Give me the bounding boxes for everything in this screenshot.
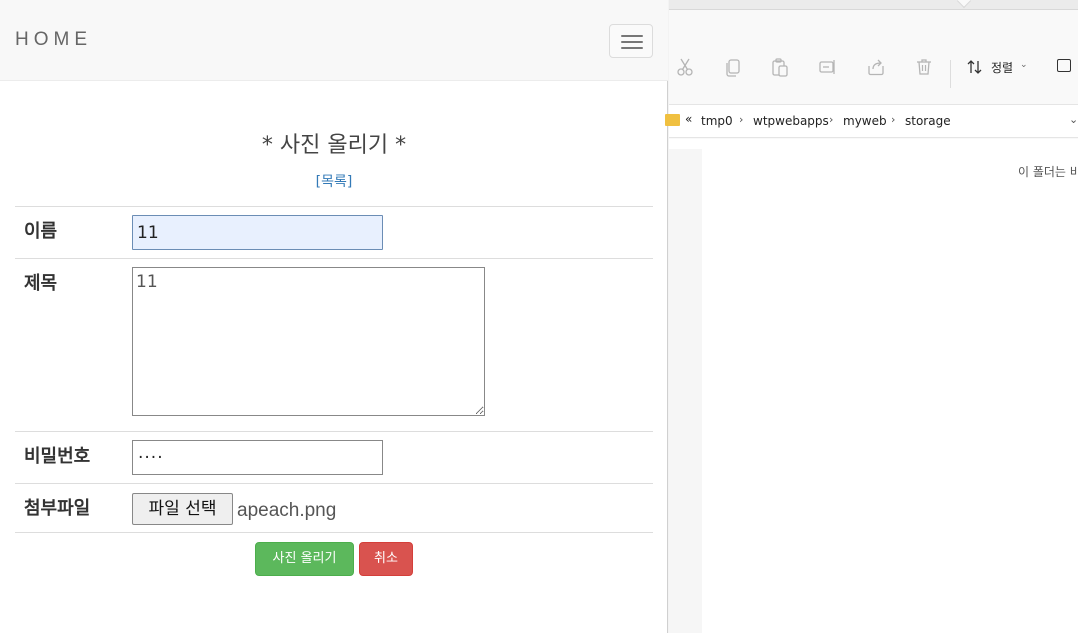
breadcrumb-item-wtpwebapps[interactable]: wtpwebapps [753, 114, 829, 128]
address-bar[interactable]: « tmp0 › wtpwebapps › myweb › storage ⌄ [665, 104, 1078, 138]
navbar: HOME [0, 0, 668, 81]
tab-notch [956, 0, 972, 9]
menu-toggle-button[interactable] [609, 24, 653, 58]
page-title: * 사진 올리기 * [261, 133, 407, 158]
browser-window: HOME * 사진 올리기 * [목록] 이름 제목 11 비밀번호 첨부파일 … [0, 0, 668, 633]
sort-icon [967, 60, 982, 74]
share-icon[interactable] [865, 57, 887, 77]
cancel-button[interactable]: 취소 [359, 542, 413, 576]
upload-photo-button[interactable]: 사진 올리기 [255, 542, 354, 576]
sort-label: 정렬 [991, 61, 1014, 75]
breadcrumb-item-tmp0[interactable]: tmp0 [701, 114, 733, 128]
list-link[interactable]: [목록] [0, 171, 668, 191]
form-row-title: 제목 11 [15, 258, 653, 431]
name-label: 이름 [24, 221, 58, 242]
title-textarea[interactable]: 11 [132, 267, 485, 416]
file-select-button[interactable]: 파일 선택 [132, 493, 233, 525]
toolbar-separator [950, 60, 951, 88]
chevron-down-icon: ⌄ [1020, 60, 1028, 70]
password-label: 비밀번호 [24, 446, 91, 467]
form-row-password: 비밀번호 [15, 431, 653, 483]
delete-icon[interactable] [913, 57, 935, 77]
explorer-tab-strip [669, 0, 1078, 10]
title-label: 제목 [24, 273, 58, 294]
file-label: 첨부파일 [24, 498, 91, 519]
rename-icon[interactable] [817, 57, 839, 77]
name-input[interactable] [132, 215, 383, 250]
chevron-down-icon[interactable]: ⌄ [1069, 113, 1078, 126]
selected-file-name: apeach.png [237, 500, 337, 521]
file-explorer-window: 정렬 ⌄ « tmp0 › wtpwebapps › myweb › stora… [665, 0, 1078, 633]
brand-home-link[interactable]: HOME [15, 29, 92, 51]
hamburger-icon [621, 35, 643, 37]
chevron-right-icon: › [829, 113, 834, 126]
explorer-toolbar: 정렬 ⌄ [669, 10, 1078, 104]
form-row-file: 첨부파일 파일 선택 apeach.png [15, 483, 653, 533]
breadcrumb-item-myweb[interactable]: myweb [843, 114, 887, 128]
chevron-right-icon: › [739, 113, 744, 126]
password-input[interactable] [132, 440, 383, 475]
copy-icon[interactable] [722, 57, 744, 77]
paste-icon[interactable] [769, 57, 791, 77]
folder-content-area[interactable]: 이 폴더는 비 [669, 139, 1078, 633]
chevron-right-icon: › [891, 113, 896, 126]
breadcrumb-item-storage[interactable]: storage [905, 114, 951, 128]
folder-icon [665, 114, 680, 126]
navigation-pane-edge [669, 149, 702, 633]
breadcrumb-overflow[interactable]: « [685, 112, 692, 126]
empty-folder-message: 이 폴더는 비 [1018, 165, 1078, 179]
hamburger-icon-bar [621, 47, 643, 49]
form-row-name: 이름 [15, 206, 653, 258]
view-icon[interactable] [1057, 59, 1071, 72]
cut-icon[interactable] [674, 57, 696, 77]
hamburger-icon-bar [621, 41, 643, 43]
